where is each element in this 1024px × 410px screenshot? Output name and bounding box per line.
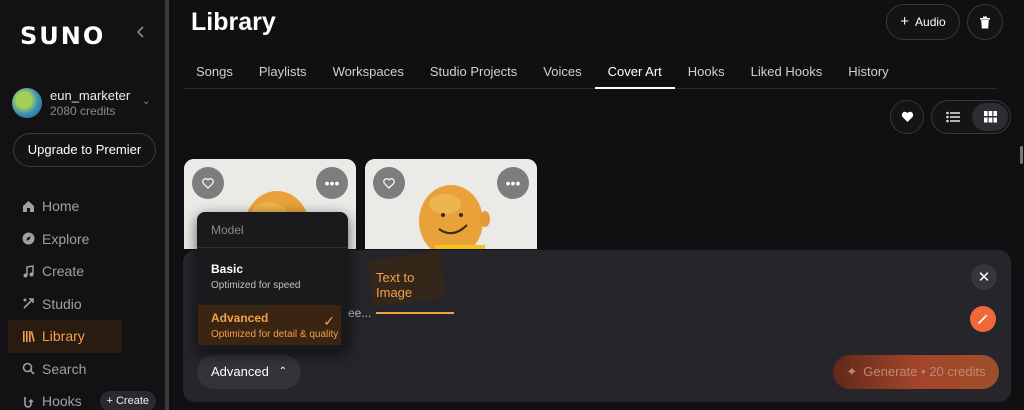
compass-icon [21,232,35,246]
home-icon [21,199,35,213]
library-tabs: Songs Playlists Workspaces Studio Projec… [183,52,997,89]
generate-button[interactable]: ✦ Generate • 20 credits [833,355,999,389]
sidebar-item-create[interactable]: Create [0,255,166,288]
close-icon: ✕ [977,269,991,286]
sidebar-item-label: Library [42,328,85,345]
sidebar-item-label: Hooks [42,393,82,410]
model-option-basic[interactable]: Basic Optimized for speed [198,256,341,296]
sidebar-nav: Home Explore Create Studio Library Searc… [0,190,166,410]
create-hook-button[interactable]: + Create [99,391,156,410]
delete-button[interactable] [967,4,1003,40]
audio-button-label: Audio [915,15,946,29]
tab-workspaces[interactable]: Workspaces [320,52,417,89]
suno-logo[interactable]: SUNO [20,22,105,50]
grid-icon [983,111,997,123]
app-root: SUNO eun_marketer 2080 credits ⌄ Upgrade… [0,0,1024,410]
sidebar-item-label: Explore [42,230,90,247]
chevron-down-icon: ⌄ [142,96,151,107]
sidebar: SUNO eun_marketer 2080 credits ⌄ Upgrade… [0,0,166,410]
tab-liked-hooks[interactable]: Liked Hooks [738,52,836,89]
sidebar-item-search[interactable]: Search [0,353,166,386]
add-audio-button[interactable]: + Audio [886,4,960,40]
sidebar-item-label: Create [42,263,85,280]
chevron-left-icon [136,26,144,38]
tab-text-to-image[interactable]: Text to Image [376,270,454,314]
username: eun_marketer [50,88,131,103]
sparkle-icon: ✦ [846,364,858,379]
tab-studio-projects[interactable]: Studio Projects [417,52,530,89]
model-option-advanced[interactable]: Advanced Optimized for detail & quality … [198,305,341,345]
list-icon [946,111,960,123]
tab-cover-art[interactable]: Cover Art [594,52,675,89]
page-title: Library [191,8,276,36]
view-toggle [931,100,1011,134]
collapse-sidebar-button[interactable] [132,25,150,43]
generate-label: Generate • 20 credits [863,364,986,379]
upgrade-button[interactable]: Upgrade to Premier [13,133,156,167]
music-note-icon [21,264,35,278]
plus-icon: + [900,13,910,30]
more-options-button[interactable]: ••• [316,167,348,199]
ellipsis-icon: ••• [324,175,340,191]
library-icon [21,329,35,343]
prompt-input[interactable]: ee... [348,306,371,320]
favorite-button[interactable] [373,167,405,199]
tab-songs[interactable]: Songs [183,52,246,89]
magic-wand-icon [977,314,988,325]
heart-outline-icon [202,177,214,189]
sidebar-item-hooks[interactable]: Hooks + Create [0,385,166,410]
option-title: Basic [211,262,244,276]
sidebar-item-explore[interactable]: Explore [0,223,166,256]
favorite-button[interactable] [192,167,224,199]
sidebar-item-studio[interactable]: Studio [0,288,166,321]
close-panel-button[interactable]: ✕ [971,264,997,290]
checkmark-icon: ✓ [323,313,335,329]
sidebar-item-label: Search [42,360,87,377]
grid-view-button[interactable] [972,103,1008,131]
studio-icon [21,297,35,311]
sidebar-item-library[interactable]: Library [8,320,122,353]
cover-art-card[interactable]: ••• [365,159,537,249]
option-title: Advanced [211,311,269,325]
credits-count: 2080 credits [50,104,116,118]
list-view-button[interactable] [935,103,971,131]
chevron-up-icon: ⌃ [278,366,287,377]
sidebar-item-label: Studio [42,295,82,312]
option-subtitle: Optimized for speed [211,280,301,291]
tab-history[interactable]: History [835,52,901,89]
liked-filter-button[interactable] [890,100,924,134]
sidebar-item-home[interactable]: Home [0,190,166,223]
sidebar-item-label: Home [42,198,80,215]
model-select[interactable]: Advanced ⌃ [197,355,301,389]
tab-playlists[interactable]: Playlists [246,52,320,89]
ellipsis-icon: ••• [505,175,521,191]
option-subtitle: Optimized for detail & quality [211,329,339,340]
search-icon [21,362,35,376]
divider [197,247,348,248]
model-dropdown: Model Basic Optimized for speed Advanced… [197,212,348,350]
enhance-prompt-button[interactable] [970,306,996,332]
heart-icon [901,111,913,122]
user-menu[interactable]: eun_marketer 2080 credits ⌄ [12,88,162,120]
scrollbar-thumb[interactable] [1020,146,1023,164]
heart-outline-icon [383,177,395,189]
trash-icon [980,16,990,28]
more-options-button[interactable]: ••• [497,167,529,199]
tab-hooks[interactable]: Hooks [675,52,738,89]
avatar [12,88,42,118]
tab-voices[interactable]: Voices [530,52,594,89]
dropdown-header: Model [211,223,244,237]
model-select-value: Advanced [211,364,269,379]
hooks-icon [21,394,35,408]
